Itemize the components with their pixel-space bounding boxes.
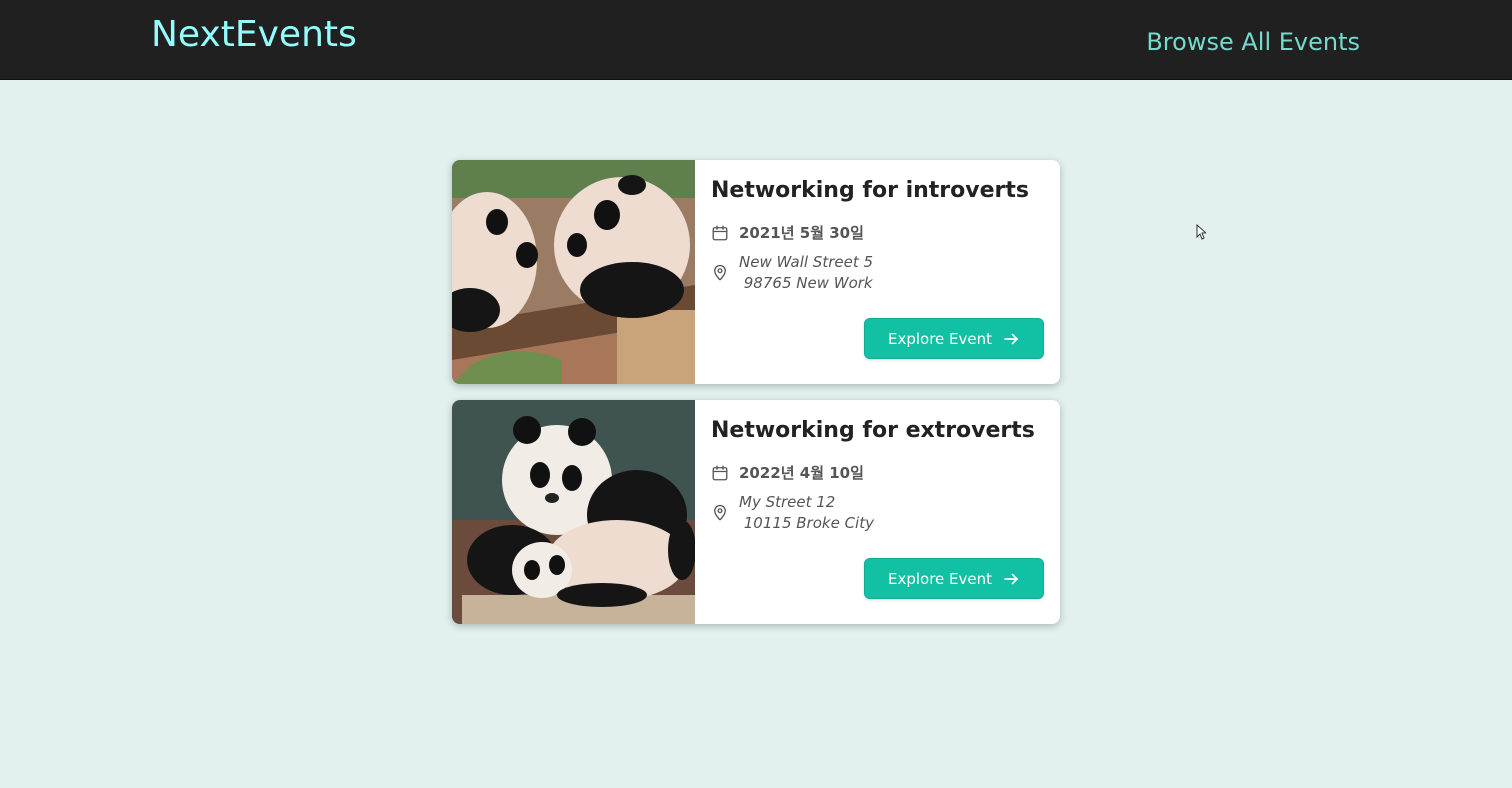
event-card: Networking for introverts 2021년 5월 30일 N…: [452, 160, 1060, 384]
event-title: Networking for introverts: [711, 178, 1029, 203]
event-date-text: 2022년 4월 10일: [739, 464, 864, 482]
event-image: [452, 400, 695, 624]
event-card: Networking for extroverts 2022년 4월 10일 M…: [452, 400, 1060, 624]
pandas-playing-image: [452, 400, 695, 624]
calendar-icon: [711, 464, 729, 482]
event-address: My Street 12 10115 Broke City: [711, 492, 874, 534]
browse-all-events-link[interactable]: Browse All Events: [1146, 28, 1360, 56]
arrow-right-icon: [1002, 330, 1020, 348]
events-list: Networking for introverts 2021년 5월 30일 N…: [452, 160, 1060, 640]
event-image: [452, 160, 695, 384]
event-title: Networking for extroverts: [711, 418, 1035, 443]
event-content: Networking for extroverts 2022년 4월 10일 M…: [711, 416, 1044, 608]
logo-link[interactable]: NextEvents: [151, 14, 357, 55]
map-pin-icon: [711, 264, 729, 282]
event-address-text: My Street 12 10115 Broke City: [739, 493, 874, 532]
main-header: NextEvents Browse All Events: [0, 0, 1512, 80]
explore-event-button[interactable]: Explore Event: [864, 318, 1044, 359]
map-pin-icon: [711, 504, 729, 522]
explore-event-label: Explore Event: [887, 329, 993, 348]
event-date: 2022년 4월 10일: [711, 462, 864, 483]
explore-event-label: Explore Event: [887, 569, 993, 588]
calendar-icon: [711, 224, 729, 242]
event-date: 2021년 5월 30일: [711, 222, 864, 243]
event-content: Networking for introverts 2021년 5월 30일 N…: [711, 176, 1044, 368]
event-date-text: 2021년 5월 30일: [739, 224, 864, 242]
mouse-cursor-icon: [1196, 224, 1206, 240]
arrow-right-icon: [1002, 570, 1020, 588]
event-address-text: New Wall Street 5 98765 New Work: [739, 253, 874, 292]
explore-event-button[interactable]: Explore Event: [864, 558, 1044, 599]
event-address: New Wall Street 5 98765 New Work: [711, 252, 873, 294]
panda-cubs-image: [452, 160, 695, 384]
